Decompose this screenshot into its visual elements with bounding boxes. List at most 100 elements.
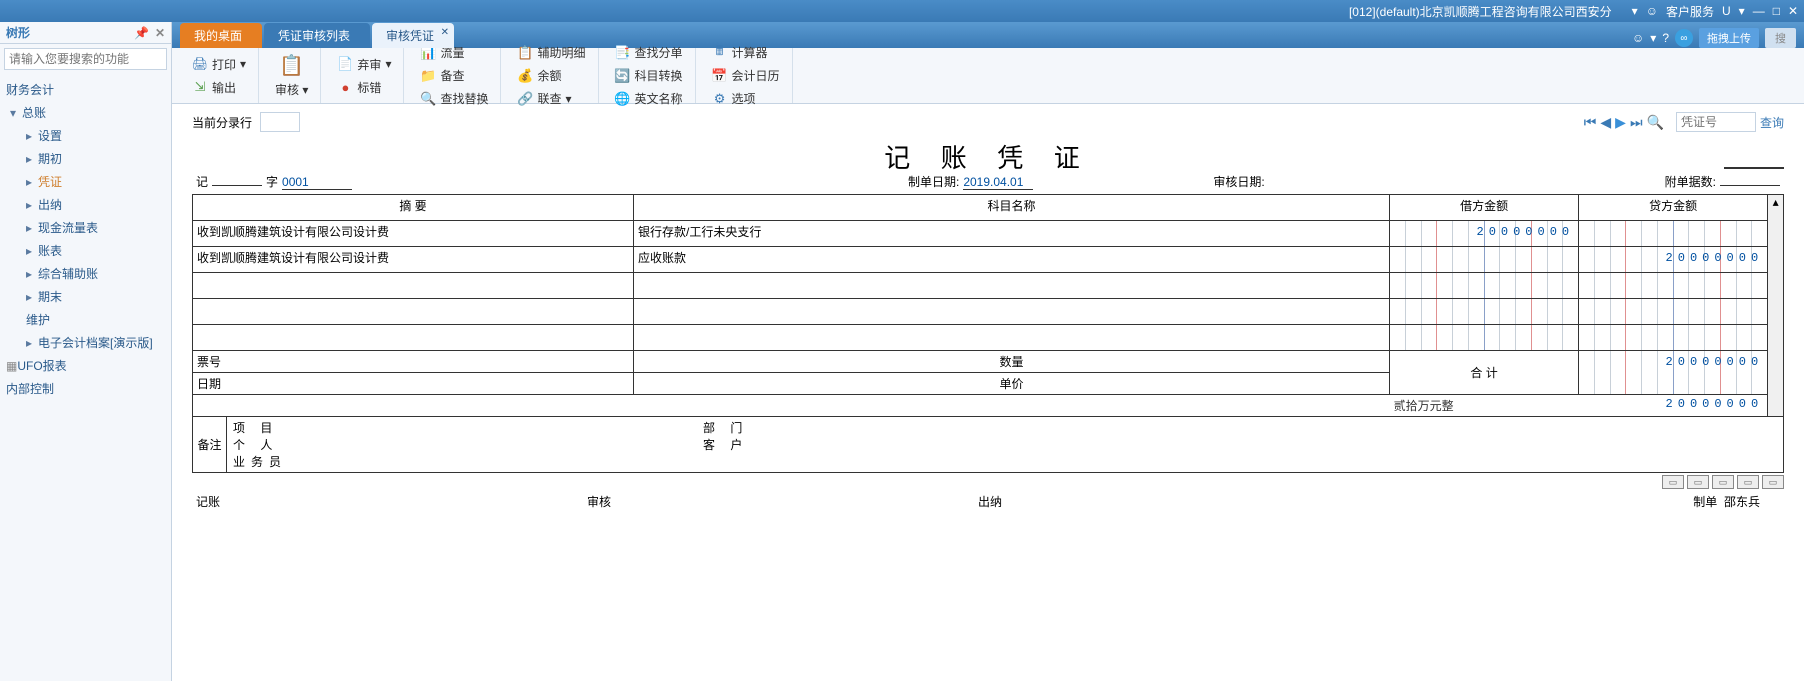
service-label[interactable]: 客户服务 — [1666, 3, 1714, 20]
tree-node-books[interactable]: ▸账表 — [0, 239, 171, 262]
sidebar-close-icon[interactable]: ✕ — [155, 26, 165, 40]
calendar-icon: 📅 — [712, 68, 728, 84]
tree-node-cashflow[interactable]: ▸现金流量表 — [0, 216, 171, 239]
cell-summary[interactable] — [193, 325, 634, 351]
close-window-icon[interactable]: ✕ — [1788, 4, 1798, 18]
sig-cashier: 出纳 — [978, 493, 1369, 510]
mini-toolbar: ▭ ▭ ▭ ▭ ▭ — [192, 473, 1784, 491]
cell-account[interactable]: 银行存款/工行未央支行 — [634, 221, 1390, 247]
error-icon: ● — [337, 79, 353, 95]
mini-btn-2[interactable]: ▭ — [1687, 475, 1709, 489]
voucher-no-input[interactable] — [1676, 112, 1756, 132]
min-icon[interactable]: ▾ — [1739, 4, 1745, 18]
nav-last-icon[interactable]: ⏭ — [1630, 114, 1643, 131]
tree-node-maint[interactable]: 维护 — [0, 308, 171, 331]
nav-next-icon[interactable]: ▶ — [1615, 114, 1626, 131]
nav-first-icon[interactable]: ⏮ — [1584, 114, 1597, 131]
cell-debit[interactable]: 20000000 — [1390, 221, 1579, 247]
tree-node-aux[interactable]: ▸综合辅助账 — [0, 262, 171, 285]
u-icon[interactable]: U — [1722, 4, 1731, 18]
cell-summary[interactable]: 收到凯顺腾建筑设计有限公司设计费 — [193, 221, 634, 247]
cell-debit[interactable] — [1390, 273, 1579, 299]
acctconv-button[interactable]: 🔄科目转换 — [611, 65, 687, 86]
cell-summary[interactable] — [193, 273, 634, 299]
mini-btn-1[interactable]: ▭ — [1662, 475, 1684, 489]
cell-credit[interactable] — [1579, 221, 1768, 247]
audit-button[interactable]: 📋审核 ▾ — [271, 51, 312, 100]
cloud-icon[interactable]: ∞ — [1675, 29, 1693, 47]
cell-credit[interactable] — [1579, 273, 1768, 299]
query-button[interactable]: 查询 — [1760, 114, 1784, 131]
tab-desktop[interactable]: 我的桌面 — [180, 23, 262, 48]
cell-account[interactable] — [634, 299, 1390, 325]
cust-label: 客 户 — [703, 436, 748, 453]
maximize-icon[interactable]: □ — [1773, 4, 1780, 18]
toolbar: 🖨打印 ▾ ⇲输出 📋审核 ▾ 📄弃审 ▾ ●标错 📊流量 📁备查 🔍查找替换 … — [172, 48, 1804, 104]
tree-node-opening[interactable]: ▸期初 — [0, 147, 171, 170]
minimize-icon[interactable]: — — [1753, 4, 1765, 18]
tree-node-periodend[interactable]: ▸期末 — [0, 285, 171, 308]
tree-node-gl[interactable]: ▾总账 — [0, 101, 171, 124]
auxdetail-button[interactable]: 📋辅助明细 — [513, 42, 589, 63]
cell-account[interactable] — [634, 273, 1390, 299]
maker-name: 邵东兵 — [1724, 495, 1760, 509]
print-button[interactable]: 🖨打印 ▾ — [188, 54, 250, 75]
output-button[interactable]: ⇲输出 — [188, 77, 250, 98]
balance-button[interactable]: 💰余额 — [513, 65, 589, 86]
calendar-button[interactable]: 📅会计日历 — [708, 65, 784, 86]
cell-summary[interactable]: 收到凯顺腾建筑设计有限公司设计费 — [193, 247, 634, 273]
cell-account[interactable]: 应收账款 — [634, 247, 1390, 273]
tree-node-cashier[interactable]: ▸出纳 — [0, 193, 171, 216]
findsplit-button[interactable]: 📑查找分单 — [611, 42, 687, 63]
tab-audit-list[interactable]: 凭证审核列表 — [264, 23, 370, 48]
pin-icon[interactable]: 📌 — [134, 26, 149, 40]
cell-debit[interactable] — [1390, 325, 1579, 351]
search-button[interactable]: 搜 — [1765, 28, 1796, 48]
sidebar-search-input[interactable] — [4, 48, 167, 70]
tab-audit-voucher[interactable]: 审核凭证✕ — [372, 23, 454, 48]
dropdown2-icon[interactable]: ▾ — [1650, 31, 1656, 45]
cell-debit[interactable] — [1390, 299, 1579, 325]
caps-amount: 贰拾万元整 — [1394, 399, 1454, 413]
th-credit: 贷方金额 — [1579, 195, 1768, 221]
sidebar: 树形 📌 ✕ 财务会计 ▾总账 ▸设置 ▸期初 ▸凭证 ▸出纳 ▸现金流量表 ▸… — [0, 22, 172, 681]
tab-close-icon[interactable]: ✕ — [441, 27, 449, 38]
mini-btn-5[interactable]: ▭ — [1762, 475, 1784, 489]
tree-node-ufo[interactable]: ▦ UFO报表 — [0, 354, 171, 377]
mini-btn-3[interactable]: ▭ — [1712, 475, 1734, 489]
flagerr-button[interactable]: ●标错 — [333, 77, 395, 98]
cell-credit[interactable] — [1579, 325, 1768, 351]
attach-label: 附单据数: — [1665, 173, 1716, 190]
nav-prev-icon[interactable]: ◀ — [1600, 114, 1611, 131]
makedate-value[interactable]: 2019.04.01 — [963, 175, 1033, 190]
cell-account[interactable] — [634, 325, 1390, 351]
abandon-button[interactable]: 📄弃审 ▾ — [333, 54, 395, 75]
tree-node-archive[interactable]: ▸电子会计档案[演示版] — [0, 331, 171, 354]
dropdown-icon[interactable]: ▾ — [1632, 4, 1638, 18]
backup-button[interactable]: 📁备查 — [416, 65, 492, 86]
mini-btn-4[interactable]: ▭ — [1737, 475, 1759, 489]
voucher-title: 记 账 凭 证 — [192, 138, 1784, 175]
tree-node-voucher[interactable]: ▸凭证 — [0, 170, 171, 193]
service-icon[interactable]: ☺ — [1646, 4, 1658, 18]
tree-node-finance[interactable]: 财务会计 — [0, 78, 171, 101]
tree-node-internal[interactable]: 内部控制 — [0, 377, 171, 400]
cell-credit[interactable]: 20000000 — [1579, 247, 1768, 273]
smile-icon[interactable]: ☺ — [1632, 31, 1644, 45]
sig-audit: 审核 — [587, 493, 978, 510]
cell-credit[interactable] — [1579, 299, 1768, 325]
help-icon[interactable]: ? — [1662, 31, 1669, 45]
th-debit: 借方金额 — [1390, 195, 1579, 221]
cell-summary[interactable] — [193, 299, 634, 325]
split-icon: 📑 — [615, 45, 631, 61]
attach-value[interactable] — [1720, 185, 1780, 186]
cell-debit[interactable] — [1390, 247, 1579, 273]
table-scrollbar[interactable]: ▴ — [1768, 194, 1784, 417]
clipboard-icon: 📋 — [280, 53, 304, 77]
current-line-input[interactable] — [260, 112, 300, 132]
tree-node-setup[interactable]: ▸设置 — [0, 124, 171, 147]
calculator-icon: 🖩 — [712, 45, 728, 61]
calculator-button[interactable]: 🖩计算器 — [708, 42, 784, 63]
upload-button[interactable]: 拖拽上传 — [1699, 28, 1759, 48]
voucher-number[interactable]: 0001 — [282, 175, 352, 190]
